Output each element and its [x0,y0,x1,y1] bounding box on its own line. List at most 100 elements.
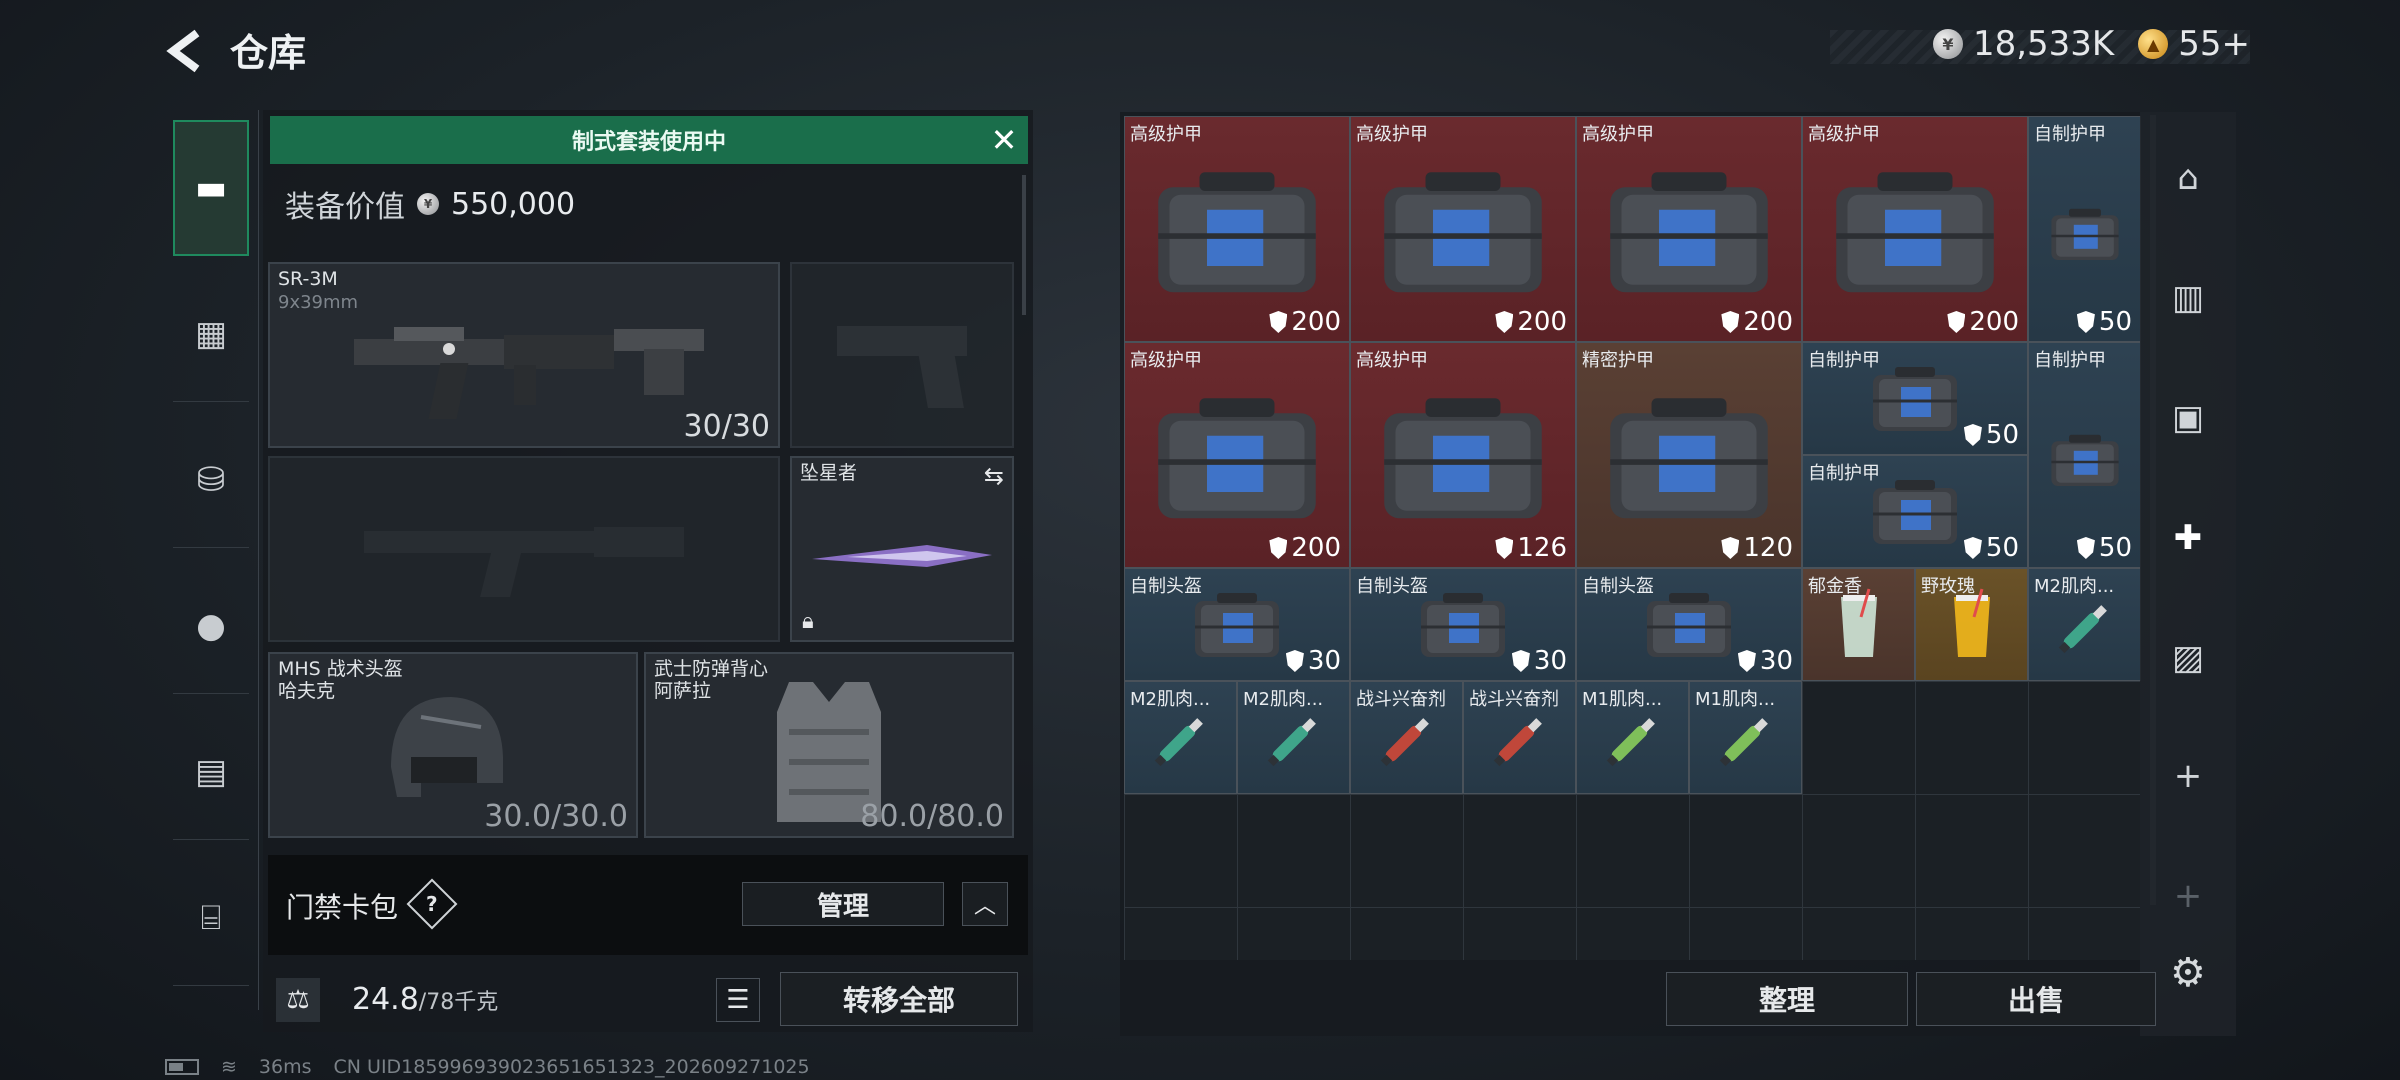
category-rail: ▬ ▦ ⛁ ● ▤ ⌸ [163,110,259,1010]
stash-item[interactable]: 战斗兴奋剂 [1350,681,1463,794]
gear-icon[interactable]: ⚙ [2170,950,2206,996]
item-name: 高级护甲 [1130,124,1202,145]
back-button[interactable] [160,26,210,76]
shield-icon [1285,650,1304,672]
stash-item[interactable]: M2肌肉... [1237,681,1350,794]
safe-box-icon[interactable]: ⌂ [2150,140,2226,216]
sidearm-slot[interactable] [790,262,1014,448]
stash-item[interactable]: 高级护甲 200 [1350,116,1576,342]
category-pouch-tab[interactable]: ● [173,558,249,694]
sort-button[interactable]: 整理 [1666,972,1908,1026]
durability-value: 30 [1307,646,1341,676]
shield-icon [1721,311,1740,333]
helmet-slot[interactable]: MHS 战术头盔 哈夫克 30.0/30.0 [268,652,638,838]
add-container-disabled-button[interactable]: + [2150,858,2226,934]
category-backpack-tab[interactable]: ⛁ [173,412,249,548]
category-chest-rig-tab[interactable]: ▦ [173,266,249,402]
durability-value: 50 [2098,533,2132,563]
item-durability: 50 [2076,307,2132,337]
stash-item[interactable]: M1肌肉... [1689,681,1802,794]
stash-item[interactable]: 高级护甲 200 [1124,342,1350,568]
chevron-up-icon[interactable]: ︿ [962,882,1008,926]
stash-item[interactable]: M2肌肉... [2028,568,2141,681]
item-durability: 50 [2076,533,2132,563]
item-durability: 200 [1269,533,1341,563]
item-name: 高级护甲 [1356,124,1428,145]
armor-item-icon [2045,171,2125,305]
sell-button[interactable]: 出售 [1916,972,2156,1026]
stash-item[interactable]: 高级护甲 200 [1124,116,1350,342]
vest-durability: 80.0/80.0 [860,799,1004,834]
stash-item[interactable]: 高级护甲 200 [1802,116,2028,342]
silver-coin-icon: ¥ [417,193,439,215]
item-durability: 30 [1737,646,1793,676]
stash-item[interactable]: M1肌肉... [1576,681,1689,794]
back-arrow-icon [166,29,200,73]
manage-button[interactable]: 管理 [742,882,944,926]
silver-coin-icon: ¥ [1932,29,1963,59]
shield-icon [2076,537,2095,559]
shield-icon [1737,650,1756,672]
durability-value: 200 [1969,307,2019,337]
vest-slot[interactable]: 武士防弹背心 阿萨拉 80.0/80.0 [644,652,1014,838]
injector-icon [2050,592,2120,666]
swap-icon[interactable]: ⇆ [984,462,1004,490]
stash-item[interactable]: 高级护甲 200 [1576,116,1802,342]
equipment-value-amount: 550,000 [451,186,576,222]
list-view-icon[interactable]: ☰ [716,978,760,1022]
container-box-icon[interactable]: ▨ [2150,620,2226,696]
category-toolbox-tab[interactable]: ⌸ [173,850,249,986]
weight-icon: ⚖ [276,978,320,1022]
currency-display[interactable]: ¥ 18,533K ▲ 55+ [1932,24,2250,64]
helmet-manufacturer: 哈夫克 [278,680,336,702]
drink-icon [1829,587,1889,671]
stash-item[interactable]: 自制头盔 30 [1350,568,1576,681]
vest-name: 武士防弹背心 [654,658,769,680]
stash-item[interactable]: 自制护甲 50 [2028,116,2141,342]
stash-item[interactable]: 自制护甲 50 [1802,455,2028,568]
stash-item[interactable]: 野玫瑰 [1915,568,2028,681]
melee-slot[interactable]: 坠星者 ⇆ 🔒︎ [790,456,1014,642]
container-v-icon[interactable]: ▣ [2150,380,2226,456]
transfer-all-button[interactable]: 转移全部 [780,972,1018,1026]
melee-name: 坠星者 [800,462,858,484]
category-weapons-tab[interactable]: ▬ [173,120,249,256]
medical-container-icon[interactable]: ✚ [2150,500,2226,576]
item-durability: 200 [1947,307,2019,337]
rifle-icon [354,327,704,420]
shield-icon [1963,424,1982,446]
shield-icon [2076,311,2095,333]
stash-item[interactable]: 自制头盔 30 [1124,568,1350,681]
item-name: 高级护甲 [1582,124,1654,145]
secondary-weapon-slot[interactable] [268,456,780,642]
injector-icon [1146,705,1216,779]
armor-item-icon [1594,161,1784,315]
stash-item[interactable]: 自制护甲 50 [1802,342,2028,455]
add-container-button[interactable]: + [2150,738,2226,814]
stash-item[interactable]: 精密护甲 120 [1576,342,1802,568]
stash-item[interactable]: 高级护甲 126 [1350,342,1576,568]
access-card-label: 门禁卡包 [286,891,399,924]
item-durability: 120 [1721,533,1793,563]
stash-item[interactable]: 战斗兴奋剂 [1463,681,1576,794]
status-bar: ≋ 36ms CN UID1859969390236516513​23_2026… [165,1056,810,1078]
stash-item[interactable]: 郁金香 [1802,568,1915,681]
carry-weight: 24.8/78千克 [352,982,498,1017]
item-durability: 126 [1495,533,1567,563]
weight-capacity: /78千克 [418,990,499,1015]
ping-text: 36ms [258,1056,312,1078]
pouch-icon: ● [196,605,226,646]
pistol-silhouette-icon [837,326,967,409]
close-icon[interactable]: ✕ [980,116,1028,164]
equipment-scrollbar[interactable] [1022,175,1026,315]
injector-icon [1259,705,1329,779]
container-iv-icon[interactable]: ▥ [2150,260,2226,336]
primary-weapon-slot[interactable]: SR-3M 9x39mm 30/30 [268,262,780,448]
stash-item[interactable]: 自制护甲 50 [2028,342,2141,568]
durability-value: 200 [1291,307,1341,337]
item-durability: 200 [1269,307,1341,337]
durability-value: 50 [1985,533,2019,563]
stash-item[interactable]: M2肌肉... [1124,681,1237,794]
stash-item[interactable]: 自制头盔 30 [1576,568,1802,681]
category-case-tab[interactable]: ▤ [173,704,249,840]
